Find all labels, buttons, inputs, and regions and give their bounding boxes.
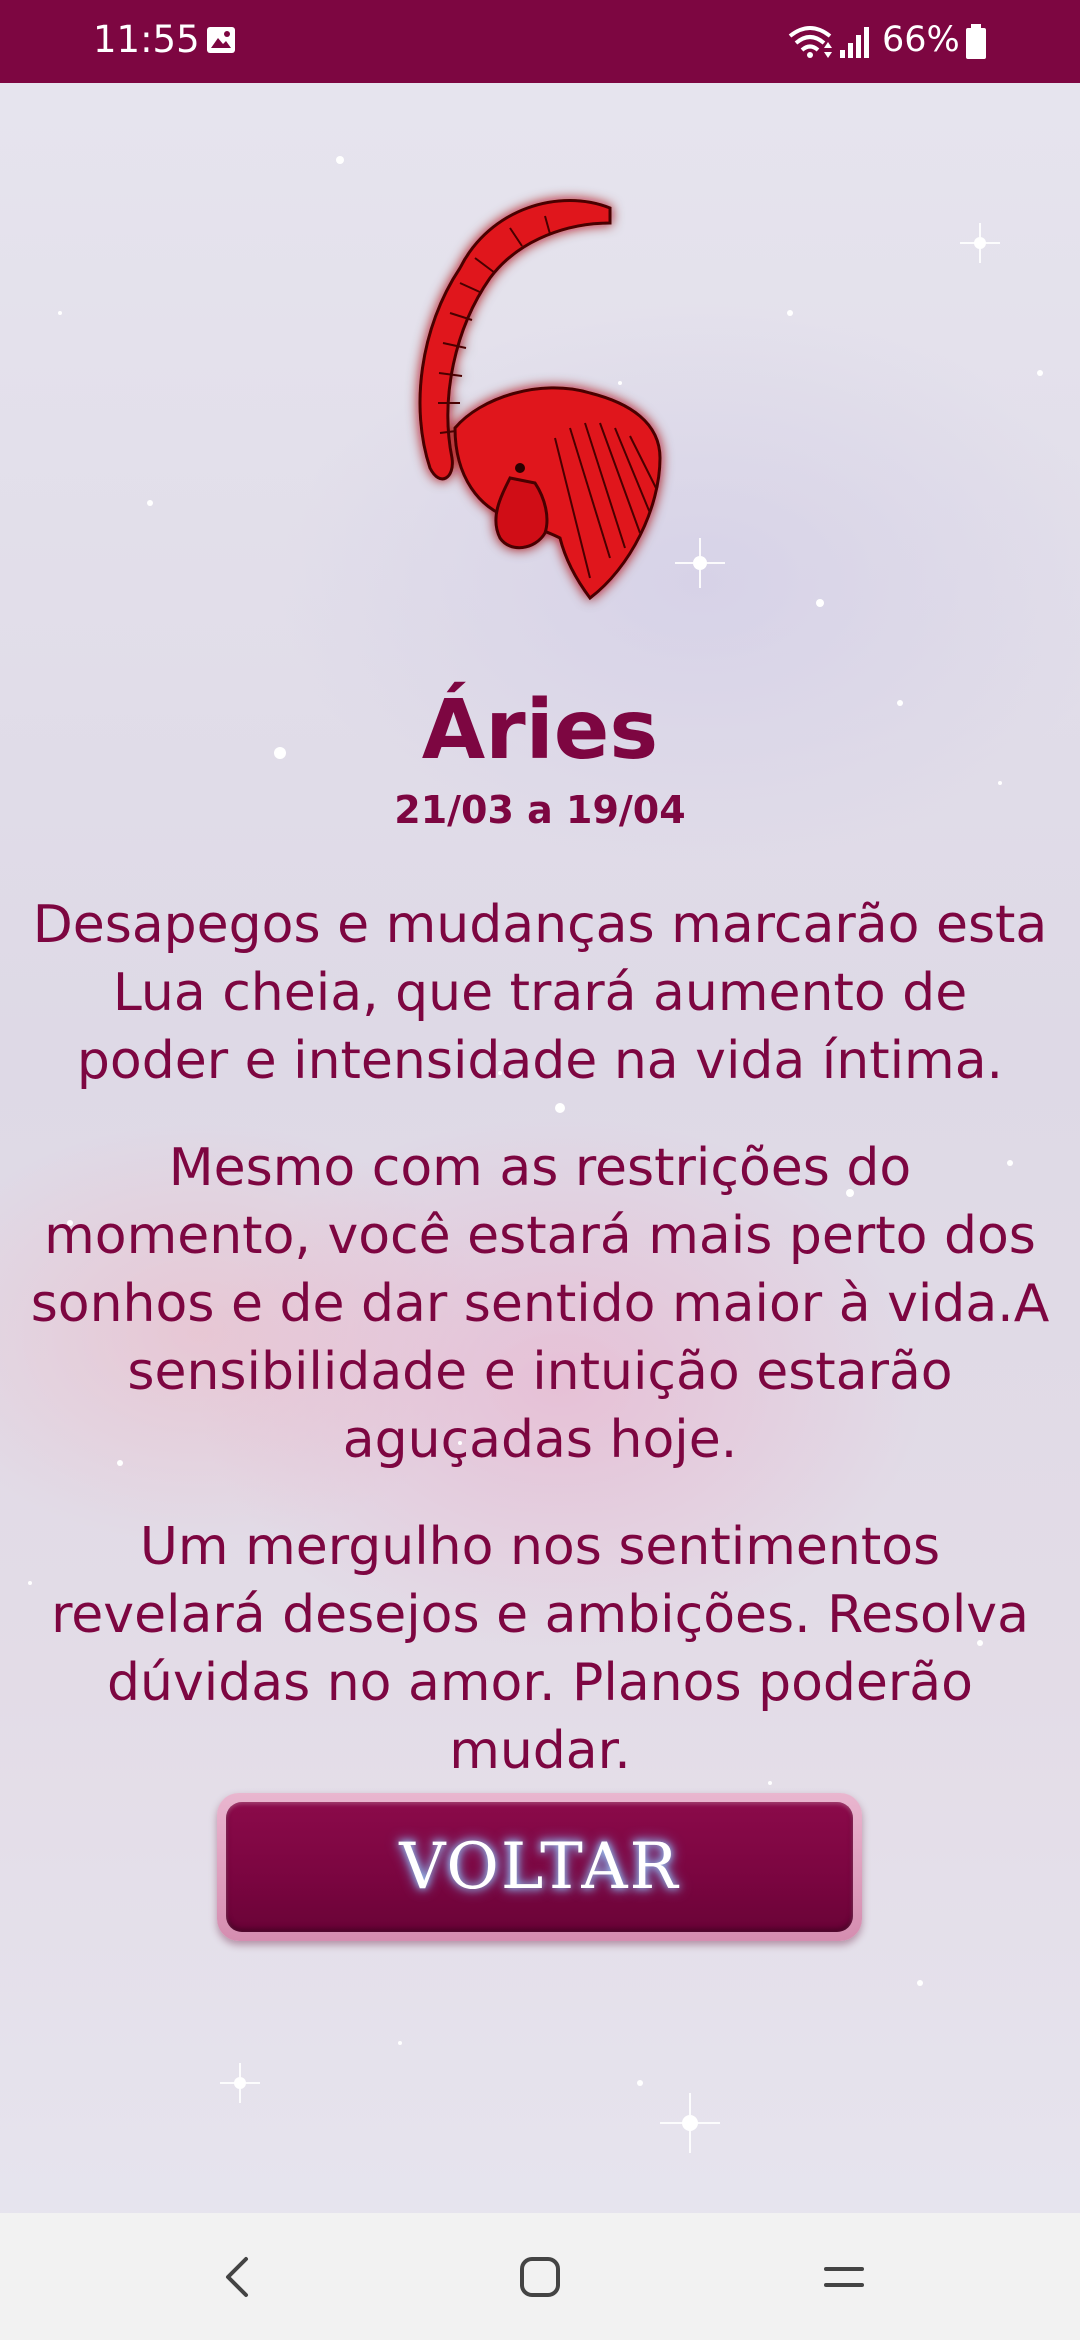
recents-icon[interactable]: [822, 2261, 866, 2293]
aries-ram-head-icon: [418, 199, 662, 601]
battery-percentage: 66%: [882, 20, 960, 60]
navigation-bar: [0, 2213, 1080, 2340]
back-icon[interactable]: [218, 2255, 258, 2299]
horoscope-paragraph: Um mergulho nos sentimentos revelará des…: [51, 1517, 1029, 1781]
back-button-label[interactable]: VOLTAR: [217, 1793, 862, 1941]
status-bar: 11:55 66%: [0, 0, 1080, 83]
sign-dates: 21/03 a 19/04: [394, 788, 686, 832]
back-button[interactable]: VOLTAR: [217, 1793, 862, 1941]
status-time: 11:55: [93, 18, 200, 61]
horoscope-paragraph: Mesmo com as restrições do momento, você…: [30, 1138, 1050, 1470]
sign-title: Áries: [421, 683, 659, 778]
gallery-notification-icon: [207, 27, 235, 53]
home-icon[interactable]: [518, 2255, 562, 2299]
wifi-icon: [788, 26, 832, 58]
signal-icon: [840, 27, 869, 58]
horoscope-paragraph: Desapegos e mudanças marcarão esta Lua c…: [32, 895, 1048, 1091]
battery-icon: [966, 24, 986, 59]
